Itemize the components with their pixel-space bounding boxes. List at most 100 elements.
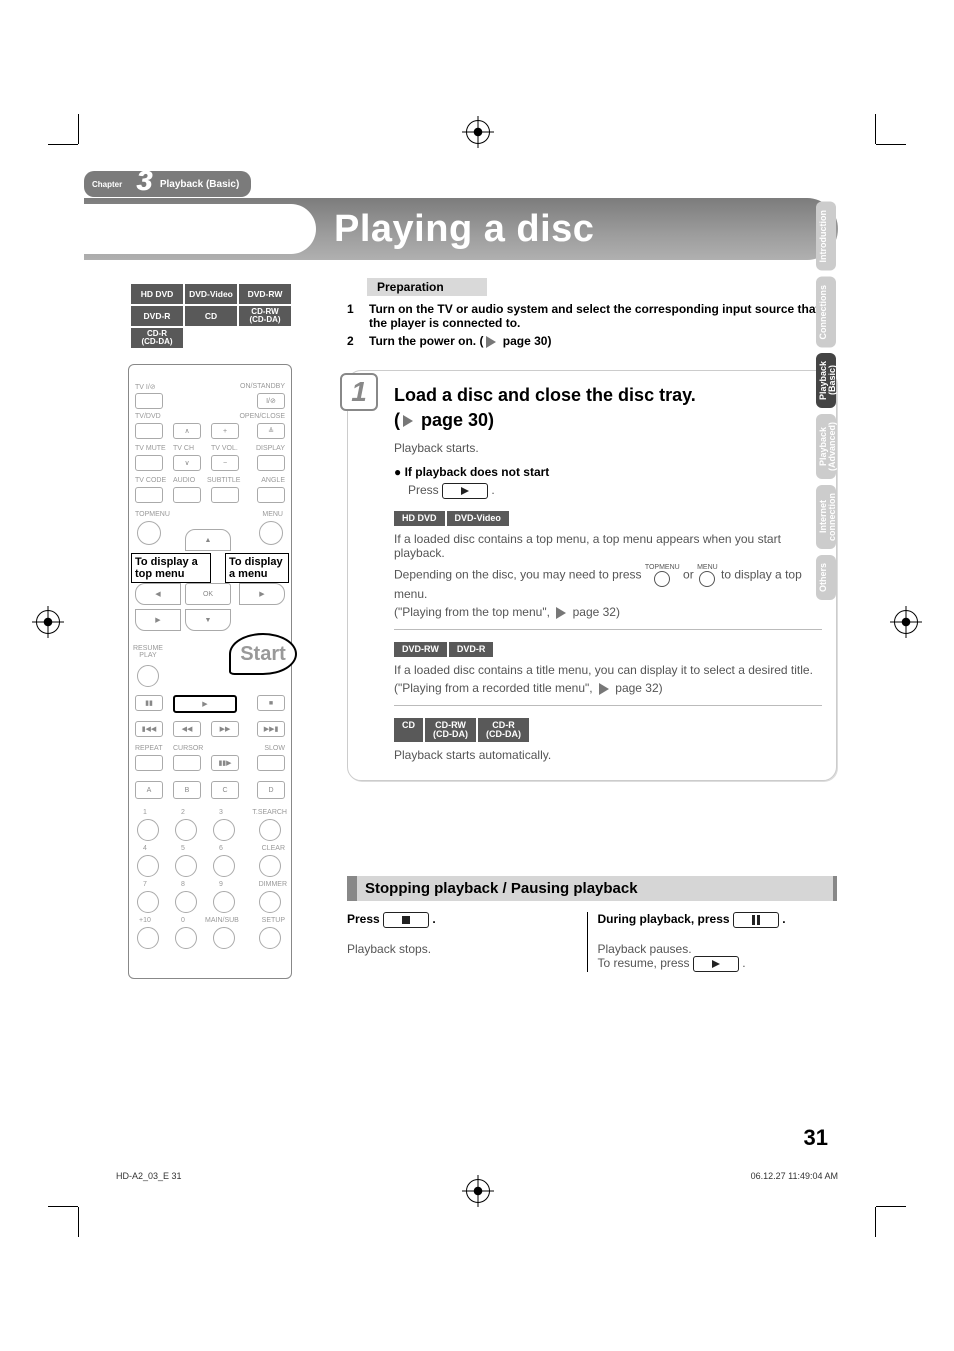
fmt-dvd-r: DVD-R bbox=[130, 305, 184, 327]
para-a3b: page 32) bbox=[569, 605, 620, 619]
stop-button-icon bbox=[383, 912, 429, 928]
prep-item-2: 2 Turn the power on. ( page 30) bbox=[347, 334, 837, 348]
prep-item-1: 1 Turn on the TV or audio system and sel… bbox=[347, 302, 837, 330]
callout-topmenu: To display a top menu bbox=[131, 553, 211, 583]
tags-b: DVD-RW DVD-R bbox=[394, 642, 822, 657]
tag-cd-r: CD-R (CD-DA) bbox=[478, 718, 529, 742]
preparation-list: 1 Turn on the TV or audio system and sel… bbox=[347, 302, 837, 348]
btn-nav-play: ▶ bbox=[135, 609, 181, 631]
prep-text-1: Turn on the TV or audio system and selec… bbox=[369, 302, 837, 330]
lbl-tvmute: TV MUTE bbox=[135, 445, 166, 452]
lbl-tsearch: T.SEARCH bbox=[252, 809, 287, 816]
para-a3a: ("Playing from the top menu", bbox=[394, 605, 553, 619]
page-number: 31 bbox=[804, 1125, 828, 1151]
btn-openclose: ≜ bbox=[257, 423, 285, 439]
stop-column: Press . Playback stops. bbox=[347, 912, 587, 972]
tab-others: Others bbox=[816, 555, 836, 600]
tags-c: CD CD-RW (CD-DA) CD-R (CD-DA) bbox=[394, 718, 822, 742]
prep-num-2: 2 bbox=[347, 334, 359, 348]
crop-mark bbox=[876, 128, 906, 158]
fmt-cd: CD bbox=[184, 305, 238, 327]
tag-dvd-r: DVD-R bbox=[449, 642, 494, 657]
btn-repeat bbox=[135, 755, 163, 771]
lbl-subtitle: SUBTITLE bbox=[207, 477, 240, 484]
tab-playback-basic: Playback (Basic) bbox=[816, 353, 836, 408]
callout-start: Start bbox=[229, 633, 297, 675]
step-line1: Playback starts. bbox=[394, 441, 822, 455]
btn-step: ▮▮▶ bbox=[211, 755, 239, 771]
tab-playback-advanced: Playback (Advanced) bbox=[816, 414, 836, 479]
lbl-8: 8 bbox=[181, 881, 185, 888]
btn-plus10 bbox=[137, 927, 159, 949]
pause-body2: To resume, press . bbox=[598, 956, 828, 972]
pause-column: During playback, press . Playback pauses… bbox=[587, 912, 838, 972]
lbl-audio: AUDIO bbox=[173, 477, 195, 484]
pause-head: During playback, press . bbox=[598, 912, 828, 928]
lbl-tvch: TV CH bbox=[173, 445, 194, 452]
title-bar: Playing a disc bbox=[84, 198, 838, 260]
tag-dvd-rw: DVD-RW bbox=[394, 642, 449, 657]
para-a1: If a loaded disc contains a top menu, a … bbox=[394, 532, 822, 560]
lbl-7: 7 bbox=[143, 881, 147, 888]
topmenu-icon-label: TOPMENU bbox=[645, 564, 680, 571]
menu-icon-label: MENU bbox=[697, 564, 718, 571]
btn-cursor bbox=[173, 755, 201, 771]
prep-num-1: 1 bbox=[347, 302, 359, 330]
para-a2a: Depending on the disc, you may need to p… bbox=[394, 568, 645, 582]
prep-text-2b: page 30) bbox=[499, 334, 551, 348]
page-ref-icon bbox=[486, 336, 496, 348]
btn-ch-down: ∨ bbox=[173, 455, 201, 471]
pause-body2a: To resume, press bbox=[598, 956, 693, 970]
tag-cd: CD bbox=[394, 718, 425, 742]
tag-cd-rw: CD-RW (CD-DA) bbox=[425, 718, 478, 742]
pref-open: ( bbox=[394, 410, 400, 430]
lbl-resumeplay: RESUME PLAY bbox=[133, 645, 163, 659]
btn-clear bbox=[259, 855, 281, 877]
btn-ff: ▶▶ bbox=[211, 721, 239, 737]
page-ref-icon bbox=[556, 607, 566, 619]
pause-head-text: During playback, press bbox=[598, 912, 733, 926]
btn-tvmute bbox=[135, 455, 163, 471]
stop-head-text: Press bbox=[347, 912, 383, 926]
tags-a: HD DVD DVD-Video bbox=[394, 511, 822, 526]
remote-control-diagram: TV I/⊘ ON/STANDBY I/⊘ TV/DVD OPEN/CLOSE … bbox=[128, 364, 292, 979]
lbl-display: DISPLAY bbox=[256, 445, 285, 452]
para-b2b: page 32) bbox=[612, 681, 663, 695]
pause-head-suffix: . bbox=[782, 912, 785, 926]
chapter-title: Playback (Basic) bbox=[160, 179, 240, 190]
step-1-box: 1 Load a disc and close the disc tray. (… bbox=[347, 370, 837, 781]
chapter-number: 3 bbox=[136, 167, 152, 195]
separator bbox=[394, 705, 822, 706]
btn-audio bbox=[173, 487, 201, 503]
btn-vol-down: − bbox=[211, 455, 239, 471]
prep-text-2a: Turn the power on. ( bbox=[369, 334, 483, 348]
tag-dvd-video: DVD-Video bbox=[447, 511, 509, 526]
crop-mark bbox=[876, 1193, 906, 1223]
title-pill bbox=[84, 204, 316, 254]
page-ref-icon bbox=[599, 683, 609, 695]
btn-d: D bbox=[257, 781, 285, 799]
chapter-label: Chapter bbox=[92, 180, 122, 189]
btn-onstandby: I/⊘ bbox=[257, 393, 285, 409]
menu-icon: MENU bbox=[697, 564, 718, 587]
stop-pause-columns: Press . Playback stops. During playback,… bbox=[347, 912, 837, 972]
tab-connections: Connections bbox=[816, 277, 836, 348]
nostart-head-text: If playback does not start bbox=[405, 465, 550, 479]
preparation-heading: Preparation bbox=[367, 278, 487, 296]
lbl-slow: SLOW bbox=[264, 745, 285, 752]
para-b2a: ("Playing from a recorded title menu", bbox=[394, 681, 596, 695]
fmt-dvd-rw: DVD-RW bbox=[238, 283, 292, 305]
btn-topmenu bbox=[137, 521, 161, 545]
pref-text: page 30) bbox=[416, 410, 494, 430]
stop-head-suffix: . bbox=[432, 912, 435, 926]
para-a2: Depending on the disc, you may need to p… bbox=[394, 564, 822, 601]
lbl-mainsub: MAIN/SUB bbox=[205, 917, 239, 924]
nostart-head: ● If playback does not start bbox=[394, 465, 822, 479]
page-title: Playing a disc bbox=[334, 208, 594, 251]
topmenu-icon: TOPMENU bbox=[645, 564, 680, 587]
lbl-3: 3 bbox=[219, 809, 223, 816]
btn-nav-right: ▶ bbox=[239, 583, 285, 605]
lbl-clear: CLEAR bbox=[262, 845, 285, 852]
play-button-icon bbox=[442, 483, 488, 499]
registration-mark bbox=[894, 610, 918, 634]
